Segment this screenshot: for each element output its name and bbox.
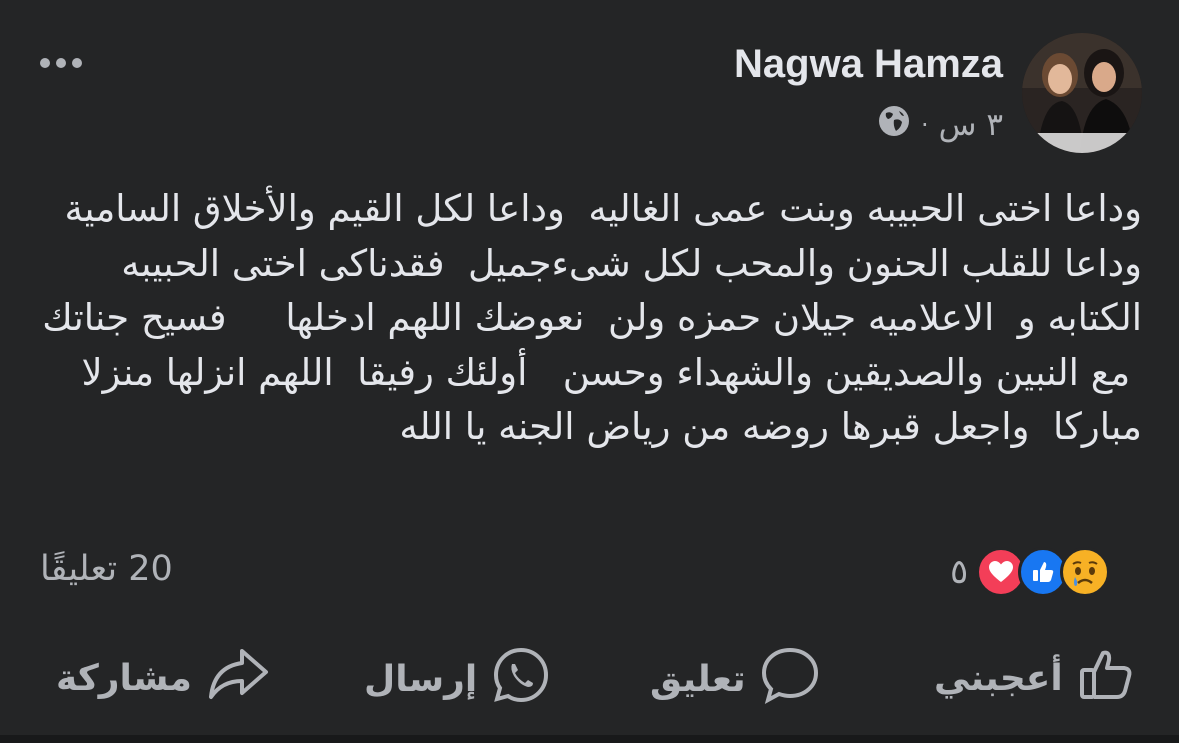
post-time[interactable]: ٣ س [939,107,1003,143]
comments-count[interactable]: 20 تعليقًا [40,549,173,589]
post-meta: ٣ س · [877,104,1003,146]
more-options-icon[interactable] [40,58,82,68]
like-icon [1077,645,1135,712]
more-dot [72,58,82,68]
bottom-divider [0,735,1179,743]
sad-reaction-icon [1060,547,1111,597]
author-avatar[interactable] [1022,33,1142,153]
action-bar: أعجبني تعليق إرسال مشاركة [0,645,1179,715]
comment-icon [760,645,820,714]
author-name[interactable]: Nagwa Hamza [734,42,1003,87]
share-label: مشاركة [56,658,192,699]
share-icon [206,645,270,712]
meta-separator: · [921,111,929,139]
post-text: وداعا اختى الحبيبه وبنت عمى الغاليه وداع… [42,187,1142,448]
send-label: إرسال [364,659,478,700]
globe-icon[interactable] [877,104,911,146]
like-button[interactable]: أعجبني [934,645,1135,712]
comment-button[interactable]: تعليق [650,645,820,714]
like-label: أعجبني [934,658,1063,699]
share-button[interactable]: مشاركة [56,645,270,712]
reactions-summary[interactable]: ٥ [950,547,1111,597]
comment-label: تعليق [650,659,746,700]
more-dot [56,58,66,68]
send-button[interactable]: إرسال [364,645,551,714]
whatsapp-icon [491,645,551,714]
more-dot [40,58,50,68]
reactions-count: ٥ [950,552,969,592]
